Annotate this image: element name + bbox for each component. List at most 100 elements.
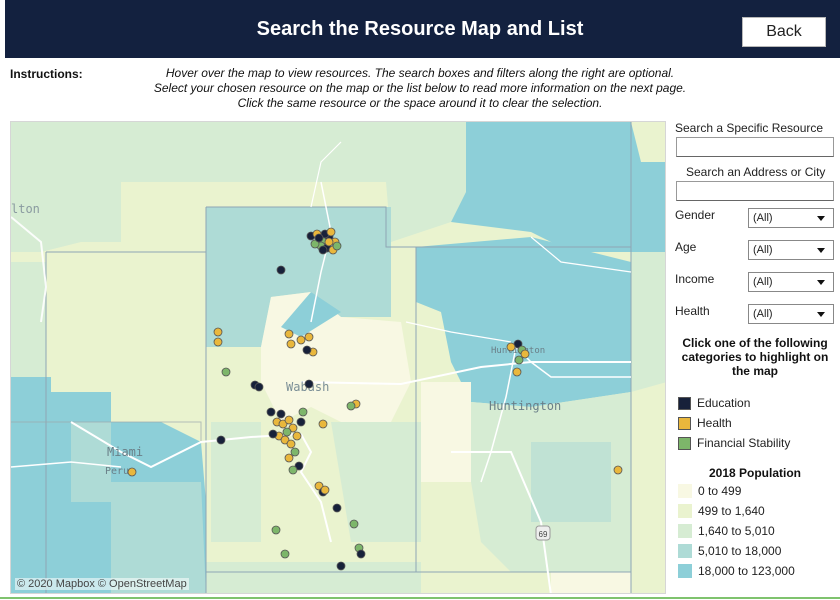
place-label: lton xyxy=(11,202,40,216)
resource-marker[interactable] xyxy=(318,245,328,255)
resource-marker[interactable] xyxy=(314,233,324,243)
chevron-down-icon xyxy=(817,312,825,317)
resource-marker[interactable] xyxy=(318,419,328,429)
resource-marker[interactable] xyxy=(127,467,137,477)
resource-marker[interactable] xyxy=(506,342,516,352)
resource-marker[interactable] xyxy=(284,453,294,463)
resource-marker[interactable] xyxy=(512,367,522,377)
resource-marker[interactable] xyxy=(216,435,226,445)
population-bin-label: 5,010 to 18,000 xyxy=(698,544,782,558)
instructions-text: Hover over the map to view resources. Th… xyxy=(110,66,730,111)
address-search-input[interactable] xyxy=(676,181,834,201)
category-financial-stability[interactable]: Financial Stability xyxy=(678,435,790,451)
resource-marker[interactable] xyxy=(276,409,286,419)
population-bin: 18,000 to 123,000 xyxy=(678,563,795,579)
address-search-label: Search an Address or City xyxy=(686,165,826,179)
map-attribution[interactable]: © 2020 Mapbox © OpenStreetMap xyxy=(15,578,189,590)
back-button[interactable]: Back xyxy=(742,17,826,47)
chevron-down-icon xyxy=(817,216,825,221)
resource-marker[interactable] xyxy=(304,332,314,342)
population-swatch xyxy=(678,544,692,558)
health-filter-value: (All) xyxy=(753,308,773,320)
resource-marker[interactable] xyxy=(284,415,294,425)
age-filter-label: Age xyxy=(675,240,697,254)
category-heading: Click one of the following categories to… xyxy=(681,336,829,378)
resource-marker[interactable] xyxy=(304,379,314,389)
gender-filter-label: Gender xyxy=(675,208,716,222)
chevron-down-icon xyxy=(817,280,825,285)
resource-marker[interactable] xyxy=(268,429,278,439)
resource-marker[interactable] xyxy=(213,327,223,337)
resource-map[interactable]: 69 lton Wabash Huntington Huntington Mia… xyxy=(10,121,666,594)
age-filter-select[interactable]: (All) xyxy=(748,240,834,260)
instructions-line-2: Select your chosen resource on the map o… xyxy=(153,81,687,95)
resource-marker[interactable] xyxy=(286,439,296,449)
health-swatch xyxy=(678,416,691,430)
resource-marker[interactable] xyxy=(282,427,292,437)
map-canvas[interactable]: 69 lton Wabash Huntington Huntington Mia… xyxy=(11,122,666,594)
gender-filter-select[interactable]: (All) xyxy=(748,208,834,228)
resource-marker[interactable] xyxy=(280,549,290,559)
resource-marker[interactable] xyxy=(302,345,312,355)
instructions-line-3: Click the same resource or the space aro… xyxy=(237,96,603,110)
population-bin: 0 to 499 xyxy=(678,483,741,499)
resource-marker[interactable] xyxy=(276,265,286,275)
population-bin-label: 0 to 499 xyxy=(698,484,742,498)
category-education[interactable]: Education xyxy=(678,395,750,411)
age-filter-value: (All) xyxy=(753,244,773,256)
category-label: Financial Stability xyxy=(697,436,791,450)
highway-shield-label: 69 xyxy=(539,530,548,539)
income-filter-label: Income xyxy=(675,272,715,286)
population-bin: 499 to 1,640 xyxy=(678,503,765,519)
category-health[interactable]: Health xyxy=(678,415,732,431)
financial-stability-swatch xyxy=(678,436,691,450)
health-filter-select[interactable]: (All) xyxy=(748,304,834,324)
population-bin-label: 18,000 to 123,000 xyxy=(698,564,795,578)
population-bin: 1,640 to 5,010 xyxy=(678,523,775,539)
education-swatch xyxy=(678,396,691,410)
resource-marker[interactable] xyxy=(286,339,296,349)
resource-marker[interactable] xyxy=(290,447,300,457)
resource-marker[interactable] xyxy=(332,241,342,251)
resource-search-input[interactable] xyxy=(676,137,834,157)
resource-marker[interactable] xyxy=(288,465,298,475)
place-label: Miami xyxy=(107,445,143,459)
instructions-line-1: Hover over the map to view resources. Th… xyxy=(165,66,675,80)
resource-marker[interactable] xyxy=(346,401,356,411)
instructions-label: Instructions: xyxy=(10,67,83,81)
population-swatch xyxy=(678,564,692,578)
resource-search-label: Search a Specific Resource xyxy=(675,121,824,135)
resource-marker[interactable] xyxy=(296,335,306,345)
resource-marker[interactable] xyxy=(349,519,359,529)
resource-marker[interactable] xyxy=(213,337,223,347)
resource-marker[interactable] xyxy=(326,227,336,237)
resource-marker[interactable] xyxy=(271,525,281,535)
page-title: Search the Resource Map and List xyxy=(256,18,584,40)
population-swatch xyxy=(678,484,692,498)
health-filter-label: Health xyxy=(675,304,710,318)
resource-marker[interactable] xyxy=(514,355,524,365)
chevron-down-icon xyxy=(817,248,825,253)
resource-marker[interactable] xyxy=(356,549,366,559)
category-label: Education xyxy=(697,396,751,410)
resource-marker[interactable] xyxy=(266,407,276,417)
resource-marker[interactable] xyxy=(296,417,306,427)
resource-marker[interactable] xyxy=(292,431,302,441)
page-bottom-border xyxy=(0,597,840,599)
resource-marker[interactable] xyxy=(320,485,330,495)
resource-marker[interactable] xyxy=(284,329,294,339)
resource-marker[interactable] xyxy=(324,237,334,247)
resource-marker[interactable] xyxy=(332,503,342,513)
resource-marker[interactable] xyxy=(336,561,346,571)
resource-marker[interactable] xyxy=(613,465,623,475)
population-swatch xyxy=(678,524,692,538)
resource-marker[interactable] xyxy=(221,367,231,377)
population-bin-label: 1,640 to 5,010 xyxy=(698,524,775,538)
resource-marker[interactable] xyxy=(254,382,264,392)
resource-marker[interactable] xyxy=(298,407,308,417)
resource-marker[interactable] xyxy=(520,349,530,359)
place-label: Peru xyxy=(105,466,129,477)
population-legend-title: 2018 Population xyxy=(708,466,802,480)
category-label: Health xyxy=(697,416,732,430)
income-filter-select[interactable]: (All) xyxy=(748,272,834,292)
